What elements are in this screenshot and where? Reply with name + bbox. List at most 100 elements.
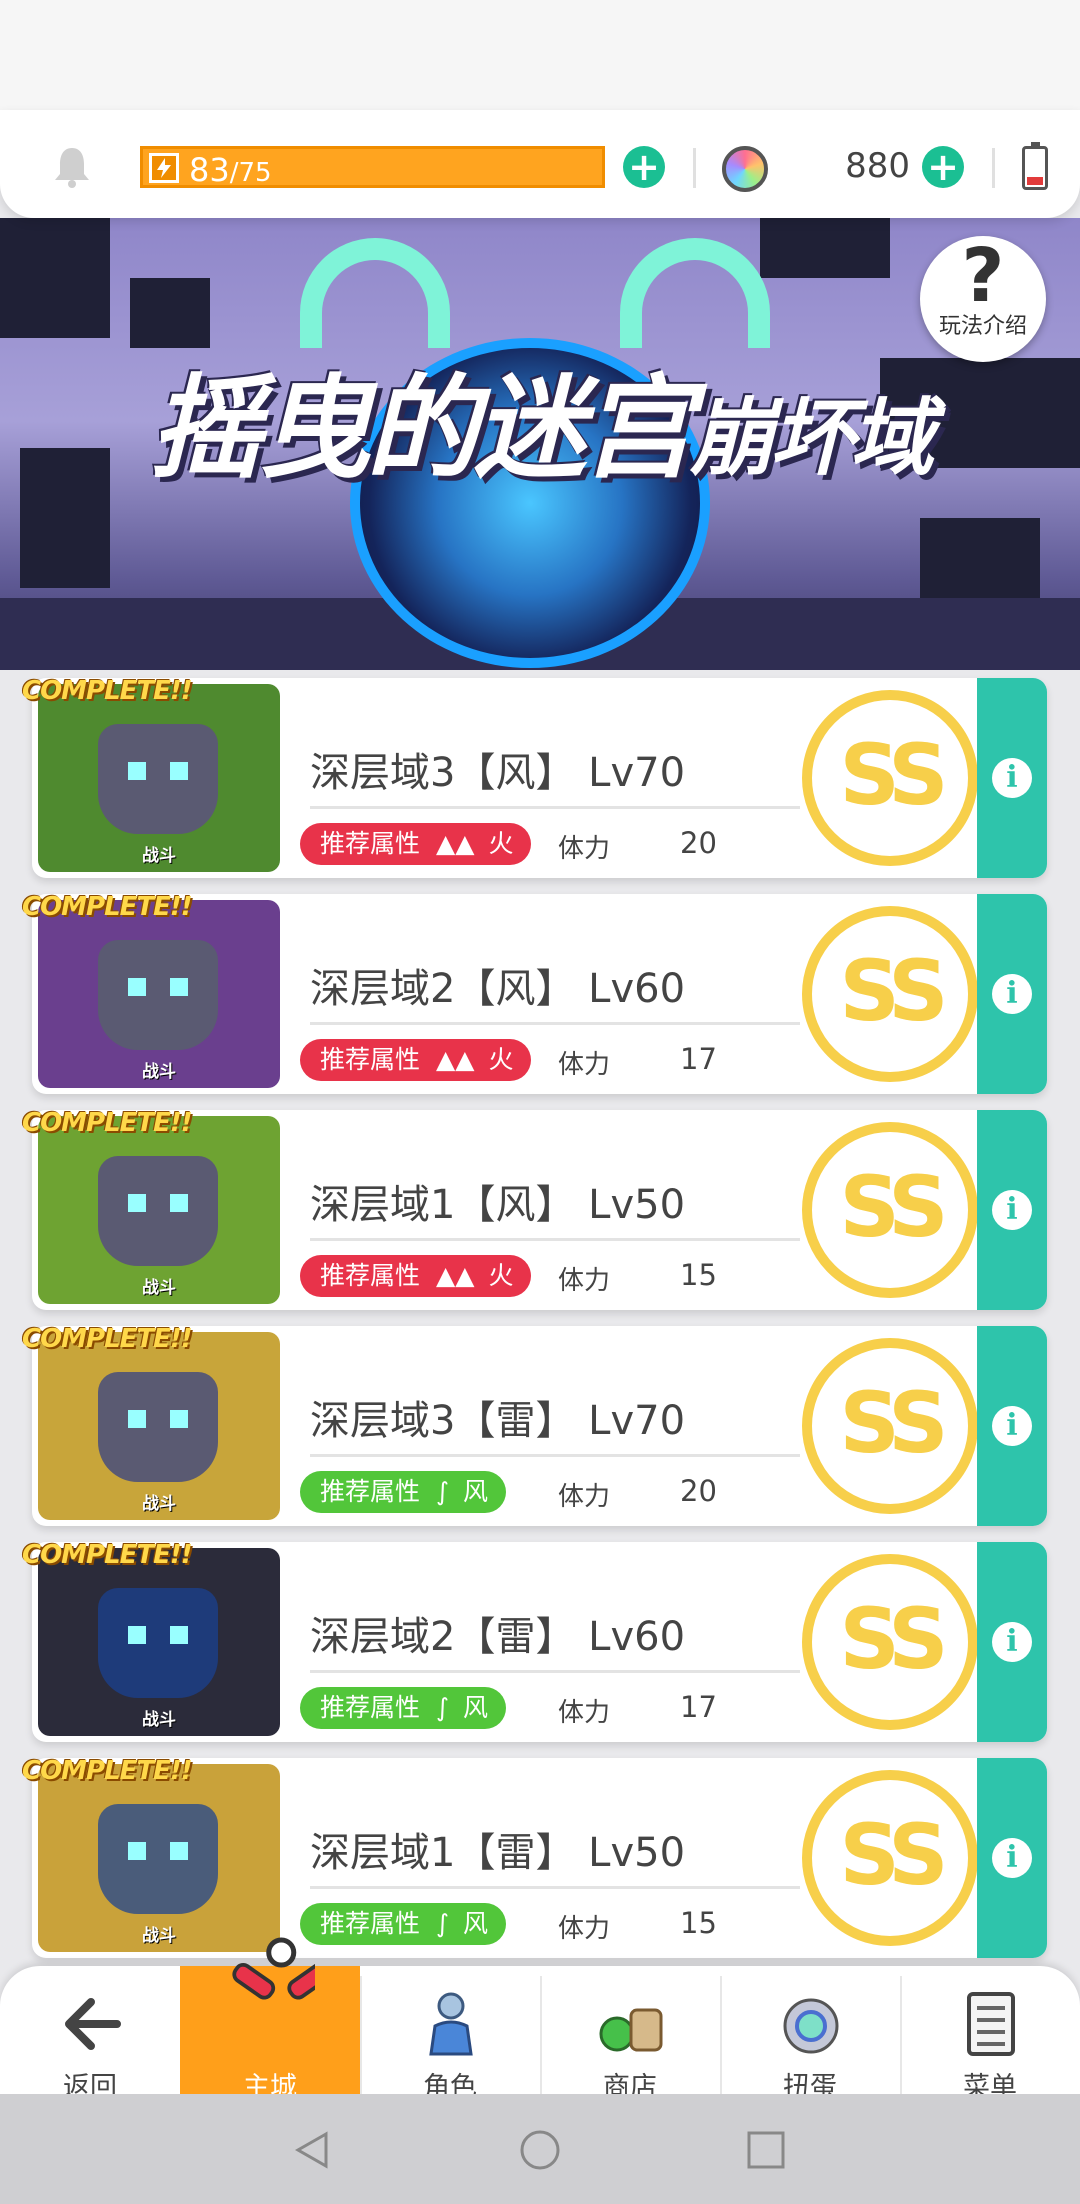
- boss-horn: [620, 238, 770, 348]
- divider: [310, 1238, 800, 1241]
- stage-card[interactable]: 战斗 COMPLETE!! 深层域3【雷】 Lv70 推荐属性 ∫ 风 体力 20 …: [22, 1324, 1047, 1526]
- battle-label: 战斗: [142, 1278, 176, 1298]
- system-back-icon[interactable]: [290, 2128, 334, 2172]
- event-banner: 摇曳的迷宫崩坏域 ? 玩法介绍: [0, 218, 1080, 670]
- stamina-label: 体力: [558, 1914, 611, 1944]
- system-recent-apps-icon[interactable]: [744, 2128, 788, 2172]
- stamina-cost: 15: [680, 1258, 717, 1292]
- info-icon: i: [992, 1622, 1032, 1662]
- info-icon: i: [992, 1406, 1032, 1446]
- stage-name: 深层域2【风】 Lv60: [310, 966, 686, 1012]
- question-icon: ?: [961, 233, 1005, 319]
- shop-bag-icon: [599, 2008, 663, 2052]
- divider: [310, 1886, 800, 1889]
- stage-info-button[interactable]: i: [977, 1542, 1047, 1742]
- info-icon: i: [992, 758, 1032, 798]
- stage-name: 深层域1【雷】 Lv50: [310, 1830, 686, 1876]
- fire-icon: ▲▲: [436, 1045, 475, 1074]
- resource-bar: 83/75 + 880 +: [0, 110, 1080, 218]
- info-icon: i: [992, 1838, 1032, 1878]
- divider: [310, 806, 800, 809]
- info-icon: i: [992, 974, 1032, 1014]
- battle-label: 战斗: [142, 846, 176, 866]
- divider: [310, 1454, 800, 1457]
- boss-thumbnail: 战斗: [38, 1116, 280, 1304]
- stamina-label: 体力: [558, 834, 611, 864]
- boss-thumbnail: 战斗: [38, 1548, 280, 1736]
- boss-thumbnail: 战斗: [38, 1764, 280, 1952]
- stage-name: 深层域2【雷】 Lv60: [310, 1614, 686, 1660]
- wind-icon: ∫: [436, 1909, 450, 1938]
- stage-info-button[interactable]: i: [977, 678, 1047, 878]
- energy-value: 83/75: [189, 151, 272, 189]
- divider: [992, 148, 995, 188]
- divider: [310, 1670, 800, 1673]
- wind-icon: ∫: [436, 1477, 450, 1506]
- wind-icon: ∫: [436, 1693, 450, 1722]
- battle-label: 战斗: [142, 1062, 176, 1082]
- stage-info-button[interactable]: i: [977, 1758, 1047, 1958]
- complete-badge: COMPLETE!!: [22, 1324, 193, 1354]
- gem-orb-icon: [722, 146, 768, 192]
- complete-badge: COMPLETE!!: [22, 1540, 193, 1570]
- stamina-cost: 15: [680, 1906, 717, 1940]
- gacha-capsule-icon: [783, 1998, 839, 2054]
- recommended-attribute-pill: 推荐属性 ∫ 风: [300, 1903, 507, 1945]
- boss-thumbnail: 战斗: [38, 1332, 280, 1520]
- system-navigation-bar: [0, 2094, 1080, 2204]
- complete-badge: COMPLETE!!: [22, 1108, 193, 1138]
- character-icon: [429, 1992, 473, 2056]
- back-arrow-icon: [65, 1998, 121, 2050]
- stage-card[interactable]: 战斗 COMPLETE!! 深层域2【风】 Lv60 推荐属性 ▲▲ 火 体力 17…: [22, 892, 1047, 1094]
- system-home-icon[interactable]: [518, 2128, 562, 2172]
- boss-thumbnail: 战斗: [38, 684, 280, 872]
- recommended-attribute-pill: 推荐属性 ▲▲ 火: [300, 1255, 532, 1297]
- complete-badge: COMPLETE!!: [22, 1756, 193, 1786]
- rank-badge: SS: [802, 1122, 978, 1298]
- how-to-play-button[interactable]: ? 玩法介绍: [920, 236, 1046, 362]
- stage-card[interactable]: 战斗 COMPLETE!! 深层域1【雷】 Lv50 推荐属性 ∫ 风 体力 15 …: [22, 1756, 1047, 1958]
- recommended-attribute-pill: 推荐属性 ▲▲ 火: [300, 823, 532, 865]
- recommended-attribute-pill: 推荐属性 ∫ 风: [300, 1687, 507, 1729]
- stage-card[interactable]: 战斗 COMPLETE!! 深层域3【风】 Lv70 推荐属性 ▲▲ 火 体力 20…: [22, 676, 1047, 878]
- recommended-attribute-pill: 推荐属性 ▲▲ 火: [300, 1039, 532, 1081]
- stage-card[interactable]: 战斗 COMPLETE!! 深层域2【雷】 Lv60 推荐属性 ∫ 风 体力 17 …: [22, 1540, 1047, 1742]
- fire-icon: ▲▲: [436, 1261, 475, 1290]
- stamina-cost: 17: [680, 1690, 717, 1724]
- stage-name: 深层域3【风】 Lv70: [310, 750, 686, 796]
- bell-icon[interactable]: [52, 146, 92, 188]
- boss-thumbnail: 战斗: [38, 900, 280, 1088]
- stage-info-button[interactable]: i: [977, 1110, 1047, 1310]
- add-gems-button[interactable]: +: [922, 146, 964, 188]
- menu-list-icon: [967, 1992, 1015, 2056]
- how-to-play-label: 玩法介绍: [938, 314, 1027, 339]
- stamina-label: 体力: [558, 1050, 611, 1080]
- stage-name: 深层域1【风】 Lv50: [310, 1182, 686, 1228]
- complete-badge: COMPLETE!!: [22, 892, 193, 922]
- battle-label: 战斗: [142, 1710, 176, 1730]
- rank-badge: SS: [802, 1338, 978, 1514]
- divider: [693, 148, 696, 188]
- castle-icon: [232, 1937, 315, 2000]
- stamina-cost: 20: [680, 826, 717, 860]
- stamina-label: 体力: [558, 1266, 611, 1296]
- banner-title: 摇曳的迷宫崩坏域: [150, 364, 934, 494]
- stage-info-button[interactable]: i: [977, 1326, 1047, 1526]
- battery-icon: [1022, 142, 1048, 190]
- stage-name: 深层域3【雷】 Lv70: [310, 1398, 686, 1444]
- rank-badge: SS: [802, 690, 978, 866]
- stamina-label: 体力: [558, 1482, 611, 1512]
- info-icon: i: [992, 1190, 1032, 1230]
- stage-info-button[interactable]: i: [977, 894, 1047, 1094]
- boss-horn: [300, 238, 450, 348]
- complete-badge: COMPLETE!!: [22, 676, 193, 706]
- add-energy-button[interactable]: +: [623, 146, 665, 188]
- energy-bar: 83/75: [140, 146, 605, 189]
- stage-card[interactable]: 战斗 COMPLETE!! 深层域1【风】 Lv50 推荐属性 ▲▲ 火 体力 15…: [22, 1108, 1047, 1310]
- gem-count: 880: [845, 146, 910, 186]
- stamina-cost: 17: [680, 1042, 717, 1076]
- stamina-cost: 20: [680, 1474, 717, 1508]
- rank-badge: SS: [802, 906, 978, 1082]
- stamina-label: 体力: [558, 1698, 611, 1728]
- battle-label: 战斗: [142, 1494, 176, 1514]
